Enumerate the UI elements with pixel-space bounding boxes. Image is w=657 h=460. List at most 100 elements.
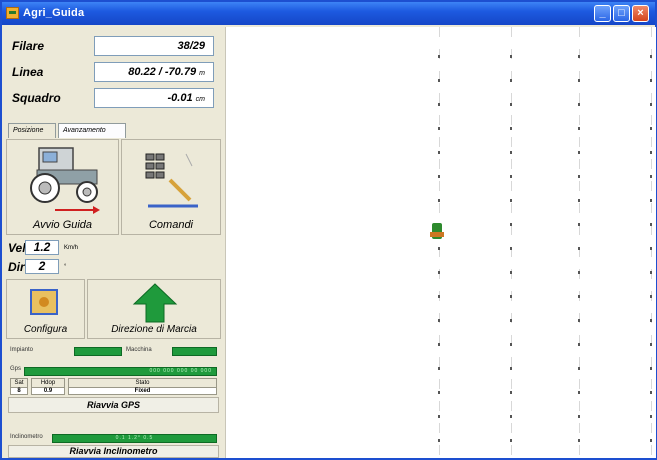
row-marker-dot	[438, 55, 440, 58]
row-marker-dot	[438, 247, 440, 250]
row-marker-dot	[510, 199, 512, 202]
tab-posizione[interactable]: Posizione	[8, 123, 56, 138]
row-marker-dot	[578, 55, 580, 58]
linea-row: Linea 80.22 / -70.79 m	[8, 62, 219, 86]
row-marker-dot	[650, 175, 652, 178]
row-marker-dot	[438, 79, 440, 82]
row-marker-dot	[438, 175, 440, 178]
comandi-button[interactable]: Comandi	[121, 139, 221, 235]
row-marker-dot	[578, 247, 580, 250]
row-marker-dot	[650, 55, 652, 58]
dir-label: Dir	[8, 260, 25, 274]
inclinometro-label: Inclinometro	[10, 434, 43, 440]
row-marker-dot	[438, 199, 440, 202]
riavvia-inclinometro-button[interactable]: Riavvia Inclinometro	[8, 445, 219, 458]
tab-avanzamento[interactable]: Avanzamento	[58, 123, 126, 138]
row-marker-dot	[438, 151, 440, 154]
row-marker-dot	[438, 343, 440, 346]
dir-unit: °	[64, 264, 67, 270]
row-marker-dot	[650, 295, 652, 298]
row-marker-dot	[510, 151, 512, 154]
row-marker-dot	[650, 127, 652, 130]
maximize-button[interactable]: □	[613, 5, 630, 22]
stato-box: Stato Fixed	[68, 378, 217, 395]
row-marker-dot	[578, 151, 580, 154]
impianto-label: Impianto	[10, 347, 34, 353]
inclinometro-indicator: 0.1 1.2° 0.5	[52, 434, 217, 443]
dir-field: 2	[25, 259, 59, 274]
row-marker-dot	[510, 55, 512, 58]
row-marker-dot	[510, 295, 512, 298]
row-marker-dot	[510, 103, 512, 106]
row-marker-dot	[510, 223, 512, 226]
row-marker-dot	[578, 367, 580, 370]
row-marker-dot	[510, 247, 512, 250]
row-marker-dot	[510, 439, 512, 442]
row-marker-dot	[438, 271, 440, 274]
vel-label: Vel	[8, 241, 26, 255]
configura-label: Configura	[23, 324, 68, 335]
row-marker-dot	[578, 343, 580, 346]
arrow-up-icon	[132, 283, 178, 323]
row-marker-dot	[578, 223, 580, 226]
avvio-guida-label: Avvio Guida	[32, 219, 93, 231]
row-marker-dot	[510, 367, 512, 370]
vel-dir-box: Vel 1.2 Km/h Dir 2 °	[8, 239, 221, 279]
row-marker-dot	[510, 127, 512, 130]
row-marker-dot	[578, 271, 580, 274]
row-marker-dot	[578, 295, 580, 298]
row-marker-dot	[438, 439, 440, 442]
row-marker-dot	[578, 103, 580, 106]
row-marker-dot	[650, 391, 652, 394]
row-marker-dot	[650, 247, 652, 250]
settings-icon	[30, 289, 58, 315]
row-marker-dot	[650, 223, 652, 226]
minimize-button[interactable]: _	[594, 5, 611, 22]
macchina-label: Macchina	[126, 347, 152, 353]
tractor-app-icon	[6, 7, 19, 19]
avvio-guida-button[interactable]: Avvio Guida	[6, 139, 119, 235]
linea-label: Linea	[12, 65, 44, 79]
row-marker-dot	[650, 151, 652, 154]
configura-button[interactable]: Configura	[6, 279, 85, 339]
riavvia-gps-button[interactable]: Riavvia GPS	[8, 397, 219, 413]
sat-box: Sat 8	[10, 378, 28, 395]
row-marker-dot	[650, 199, 652, 202]
row-marker-dot	[578, 199, 580, 202]
row-marker-dot	[650, 343, 652, 346]
window-title: Agri_Guida	[23, 7, 85, 19]
row-marker-dot	[438, 103, 440, 106]
vel-unit: Km/h	[64, 245, 79, 251]
row-marker-dot	[578, 79, 580, 82]
controls-icon	[145, 153, 198, 208]
tractor-icon	[30, 147, 100, 214]
gps-indicator: 000 000 000 00 000	[24, 367, 217, 376]
row-marker-dot	[650, 415, 652, 418]
impianto-indicator	[74, 347, 122, 356]
guidance-map[interactable]	[225, 27, 656, 458]
direzione-label: Direzione di Marcia	[111, 324, 197, 335]
row-marker-dot	[578, 127, 580, 130]
comandi-label: Comandi	[148, 219, 194, 231]
macchina-indicator	[172, 347, 217, 356]
row-marker-dot	[650, 439, 652, 442]
filare-row: Filare 38/29	[8, 36, 219, 60]
row-marker-dot	[578, 319, 580, 322]
row-marker-dot	[438, 367, 440, 370]
row-marker-dot	[650, 367, 652, 370]
direzione-button[interactable]: Direzione di Marcia	[87, 279, 221, 339]
squadro-row: Squadro -0.01 cm	[8, 88, 219, 112]
app-window: Agri_Guida _ □ × Filare 38/29 Linea 80.2…	[0, 0, 657, 460]
row-marker-dot	[510, 343, 512, 346]
filare-label: Filare	[12, 39, 45, 53]
row-marker-dot	[510, 319, 512, 322]
gps-label: Gps	[10, 366, 22, 372]
row-marker-dot	[650, 79, 652, 82]
row-marker-dot	[510, 391, 512, 394]
row-marker-dot	[510, 415, 512, 418]
title-bar: Agri_Guida _ □ ×	[2, 2, 655, 25]
row-marker-dot	[578, 415, 580, 418]
close-button[interactable]: ×	[632, 5, 649, 22]
hdop-box: Hdop 0.9	[31, 378, 65, 395]
filare-field: 38/29	[94, 36, 214, 56]
